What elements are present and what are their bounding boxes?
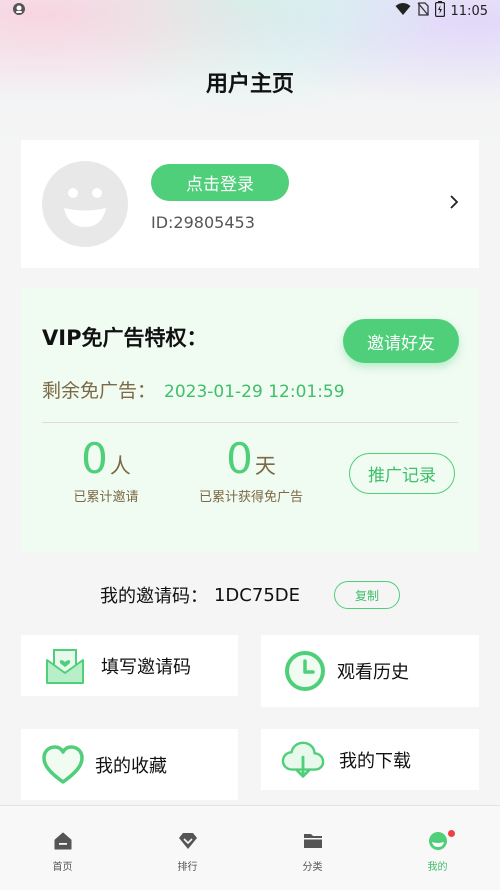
bottom-tab-bar: 首页 排行 分类 我的: [0, 805, 500, 890]
notification-badge: [448, 830, 455, 837]
invite-code-row: 我的邀请码： 1DC75DE 复制: [0, 579, 500, 611]
my-downloads-item[interactable]: 我的下载: [261, 729, 479, 790]
battery-icon: [434, 1, 445, 21]
watch-history-label: 观看历史: [337, 662, 409, 683]
chevron-right-icon[interactable]: [449, 194, 459, 214]
my-favorites-item[interactable]: 我的收藏: [21, 729, 238, 800]
vip-divider: [42, 422, 458, 423]
invited-count-unit: 人: [109, 454, 131, 478]
invited-count-value: 0: [81, 434, 108, 483]
wifi-icon: [395, 2, 411, 20]
ad-free-days-unit: 天: [254, 454, 276, 478]
tab-ranking-label: 排行: [177, 862, 198, 873]
ad-free-remaining-label: 剩余免广告：: [42, 380, 157, 402]
diamond-icon: [177, 830, 199, 852]
tab-category[interactable]: 分类: [250, 806, 375, 890]
vip-title: VIP免广告特权：: [42, 326, 208, 350]
folder-icon: [302, 830, 324, 852]
tab-mine[interactable]: 我的: [375, 806, 500, 890]
envelope-heart-icon: [43, 644, 87, 688]
copy-button[interactable]: 复制: [334, 581, 401, 609]
no-sim-icon: [417, 2, 429, 20]
smiley-face-icon: [64, 188, 106, 227]
login-button[interactable]: 点击登录: [151, 164, 289, 201]
status-bar: 11:05: [0, 0, 500, 22]
home-icon: [52, 830, 74, 852]
fill-invite-code-item[interactable]: 填写邀请码: [21, 635, 238, 696]
invited-count-label: 已累计邀请: [73, 490, 139, 506]
profile-card[interactable]: 点击登录 ID:29805453: [21, 140, 479, 268]
user-id: ID:29805453: [151, 213, 255, 232]
tab-mine-label: 我的: [427, 862, 448, 873]
heart-icon: [41, 743, 85, 787]
avatar[interactable]: [42, 161, 128, 247]
ad-free-days-label: 已累计获得免广告: [198, 490, 303, 506]
tab-home[interactable]: 首页: [0, 806, 125, 890]
ad-free-remaining-date: 2023-01-29 12:01:59: [164, 382, 345, 402]
ad-free-remaining: 剩余免广告： 2023-01-29 12:01:59: [42, 376, 345, 403]
ad-free-days-stat: 0 天 已累计获得免广告: [186, 434, 316, 506]
cloud-download-icon: [281, 738, 325, 782]
vip-card: VIP免广告特权： 邀请好友 剩余免广告： 2023-01-29 12:01:5…: [21, 288, 479, 552]
invite-friends-button[interactable]: 邀请好友: [343, 319, 459, 363]
fill-invite-code-label: 填写邀请码: [101, 656, 191, 678]
watch-history-item[interactable]: 观看历史: [261, 635, 479, 707]
invite-code-label: 我的邀请码：: [99, 586, 208, 607]
my-favorites-label: 我的收藏: [95, 755, 167, 777]
invite-code-value: 1DC75DE: [213, 584, 301, 606]
app-notification-icon: [12, 2, 26, 20]
ad-free-days-value: 0: [226, 434, 253, 483]
page-title: 用户主页: [205, 72, 294, 97]
tab-home-label: 首页: [52, 862, 73, 873]
profile-face-icon: [427, 830, 449, 852]
status-time: 11:05: [450, 3, 488, 19]
invited-count-stat: 0 人 已累计邀请: [51, 434, 161, 506]
my-downloads-label: 我的下载: [339, 750, 411, 772]
clock-icon: [283, 649, 327, 693]
promotion-record-button[interactable]: 推广记录: [349, 453, 455, 494]
tab-category-label: 分类: [302, 862, 323, 873]
tab-ranking[interactable]: 排行: [125, 806, 250, 890]
